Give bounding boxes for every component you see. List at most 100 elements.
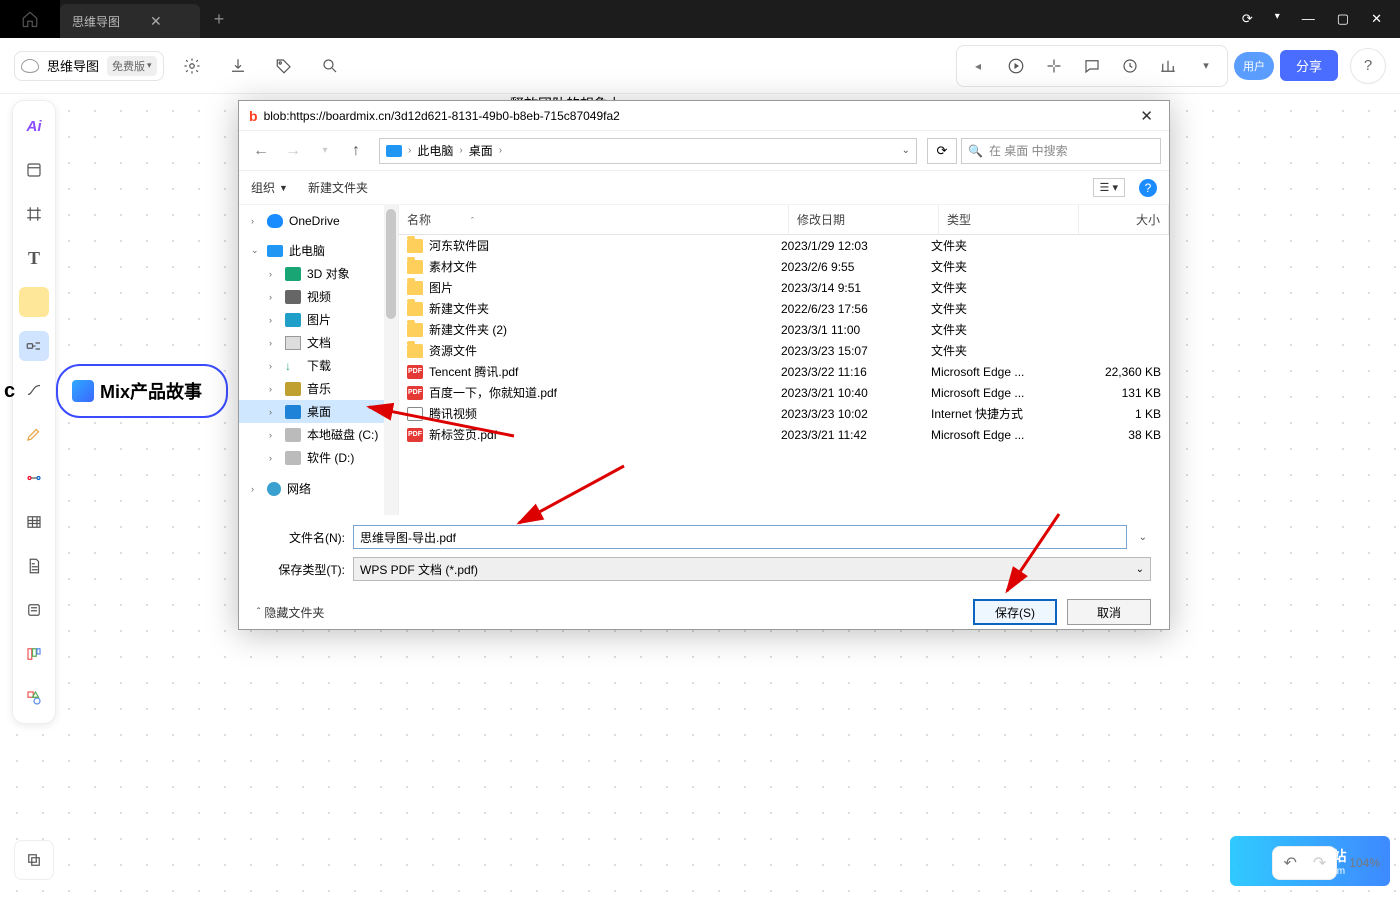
dialog-titlebar[interactable]: b blob:https://boardmix.cn/3d12d621-8131…	[239, 101, 1169, 131]
file-row[interactable]: PDF新标签页.pdf2023/3/21 11:42Microsoft Edge…	[399, 424, 1169, 445]
help-round-icon[interactable]: ?	[1139, 179, 1157, 197]
file-list[interactable]: 名称ˆ 修改日期 类型 大小 河东软件园2023/1/29 12:03文件夹素材…	[399, 205, 1169, 515]
cloud-icon	[21, 59, 39, 73]
media-controls-group: ◂ ▾	[956, 45, 1228, 87]
tree-item[interactable]: ›桌面	[239, 400, 398, 423]
mindmap-root-node[interactable]: c Mix产品故事	[56, 364, 228, 418]
doc-tool-icon[interactable]	[19, 551, 49, 581]
file-row[interactable]: 新建文件夹2022/6/23 17:56文件夹	[399, 298, 1169, 319]
window-refresh-icon[interactable]: ⟳	[1242, 11, 1253, 27]
folder-icon	[407, 239, 423, 253]
file-row[interactable]: 腾讯视频2023/3/23 10:02Internet 快捷方式1 KB	[399, 403, 1169, 424]
plan-badge[interactable]: 免费版▾	[107, 56, 157, 76]
ai-tool-icon[interactable]: Ai	[19, 111, 49, 141]
pen-tool-icon[interactable]	[19, 419, 49, 449]
search-icon[interactable]	[312, 48, 348, 84]
filename-input[interactable]	[353, 525, 1127, 549]
prev-icon[interactable]: ◂	[959, 48, 997, 84]
layers-button[interactable]	[14, 840, 54, 880]
template-tool-icon[interactable]	[19, 155, 49, 185]
frame-tool-icon[interactable]	[19, 199, 49, 229]
file-row[interactable]: PDFTencent 腾讯.pdf2023/3/22 11:16Microsof…	[399, 361, 1169, 382]
tab-document[interactable]: 思维导图 ✕	[60, 4, 200, 38]
sparkle-icon[interactable]	[1035, 48, 1073, 84]
curve-tool-icon[interactable]	[19, 375, 49, 405]
share-button[interactable]: 分享	[1280, 50, 1338, 81]
file-row[interactable]: 资源文件2023/3/23 15:07文件夹	[399, 340, 1169, 361]
comment-icon[interactable]	[1073, 48, 1111, 84]
new-folder-button[interactable]: 新建文件夹	[308, 179, 368, 196]
nav-up-icon[interactable]: ↑	[343, 142, 369, 160]
filetype-select[interactable]: WPS PDF 文档 (*.pdf)⌄	[353, 557, 1151, 581]
cancel-button[interactable]: 取消	[1067, 599, 1151, 625]
folder-tree[interactable]: ›OneDrive ⌄此电脑›3D 对象›视频›图片›文档›↓下载›音乐›桌面›本…	[239, 205, 399, 515]
nav-forward-icon[interactable]: →	[279, 137, 307, 165]
mindmap-tool-icon[interactable]	[19, 331, 49, 361]
connector-tool-icon[interactable]	[19, 463, 49, 493]
tree-item[interactable]: ›网络	[239, 477, 398, 500]
address-dropdown-icon[interactable]: ⌄	[902, 145, 910, 156]
tag-icon[interactable]	[266, 48, 302, 84]
search-input[interactable]: 🔍 在 桌面 中搜索	[961, 138, 1161, 164]
cloud-icon	[267, 214, 283, 228]
tree-item[interactable]: ›图片	[239, 308, 398, 331]
shapes-tool-icon[interactable]	[19, 683, 49, 713]
tree-item[interactable]: ›本地磁盘 (C:)	[239, 423, 398, 446]
help-icon[interactable]: ?	[1350, 48, 1386, 84]
more-icon[interactable]: ▾	[1187, 48, 1225, 84]
settings-icon[interactable]	[174, 48, 210, 84]
dialog-toolbar: 组织▼ 新建文件夹 ☰ ▾ ?	[239, 171, 1169, 205]
download-icon[interactable]	[220, 48, 256, 84]
breadcrumb-root[interactable]: 此电脑	[417, 142, 453, 159]
tree-item[interactable]: ⌄此电脑	[239, 239, 398, 262]
window-maximize-icon[interactable]: ▢	[1337, 11, 1349, 27]
file-row[interactable]: 河东软件园2023/1/29 12:03文件夹	[399, 235, 1169, 256]
clock-icon[interactable]	[1111, 48, 1149, 84]
bottom-right-controls: ↶ ↷ 104%	[1272, 846, 1380, 880]
node-icon	[72, 380, 94, 402]
address-bar[interactable]: › 此电脑 › 桌面 › ⌄	[379, 138, 917, 164]
tree-item[interactable]: ›音乐	[239, 377, 398, 400]
tree-item[interactable]: ›视频	[239, 285, 398, 308]
nav-back-icon[interactable]: ←	[247, 137, 275, 165]
tree-item[interactable]: ›OneDrive	[239, 211, 398, 231]
nav-recent-icon[interactable]: ▾	[311, 137, 339, 165]
organize-menu[interactable]: 组织▼	[251, 179, 288, 196]
folder-icon	[407, 281, 423, 295]
table-tool-icon[interactable]	[19, 507, 49, 537]
chart-icon[interactable]	[1149, 48, 1187, 84]
breadcrumb-location[interactable]: 桌面	[469, 142, 493, 159]
file-row[interactable]: PDF百度一下，你就知道.pdf2023/3/21 10:40Microsoft…	[399, 382, 1169, 403]
tree-item[interactable]: ›3D 对象	[239, 262, 398, 285]
file-row[interactable]: 素材文件2023/2/6 9:55文件夹	[399, 256, 1169, 277]
tab-close-icon[interactable]: ✕	[150, 13, 162, 30]
hide-folders-toggle[interactable]: ˆ隐藏文件夹	[257, 604, 324, 621]
file-row[interactable]: 图片2023/3/14 9:51文件夹	[399, 277, 1169, 298]
list-tool-icon[interactable]	[19, 595, 49, 625]
new-tab-button[interactable]: +	[200, 9, 238, 30]
file-row[interactable]: 新建文件夹 (2)2023/3/1 11:00文件夹	[399, 319, 1169, 340]
tree-item[interactable]: ›文档	[239, 331, 398, 354]
tree-item[interactable]: ›软件 (D:)	[239, 446, 398, 469]
undo-icon[interactable]: ↶	[1283, 853, 1296, 873]
doc-info-group[interactable]: 思维导图 免费版▾	[14, 51, 164, 81]
tree-scrollbar[interactable]	[384, 205, 398, 515]
sticky-tool-icon[interactable]	[19, 287, 49, 317]
file-list-header[interactable]: 名称ˆ 修改日期 类型 大小	[399, 205, 1169, 235]
avatar-button[interactable]: 用户	[1234, 52, 1274, 80]
window-close-icon[interactable]: ✕	[1371, 11, 1382, 27]
save-button[interactable]: 保存(S)	[973, 599, 1057, 625]
play-icon[interactable]	[997, 48, 1035, 84]
window-minimize-icon[interactable]: —	[1302, 11, 1315, 27]
view-mode-button[interactable]: ☰ ▾	[1093, 178, 1125, 197]
window-dropdown-icon[interactable]: ▾	[1275, 11, 1280, 27]
tree-item[interactable]: ›↓下载	[239, 354, 398, 377]
kanban-tool-icon[interactable]	[19, 639, 49, 669]
zoom-level[interactable]: 104%	[1349, 856, 1380, 870]
obj3d-icon	[285, 267, 301, 281]
text-tool-icon[interactable]: T	[19, 243, 49, 273]
dialog-close-icon[interactable]: ✕	[1134, 105, 1159, 127]
home-button[interactable]	[0, 0, 60, 38]
redo-icon[interactable]: ↷	[1313, 853, 1326, 873]
refresh-button[interactable]: ⟳	[927, 138, 957, 164]
